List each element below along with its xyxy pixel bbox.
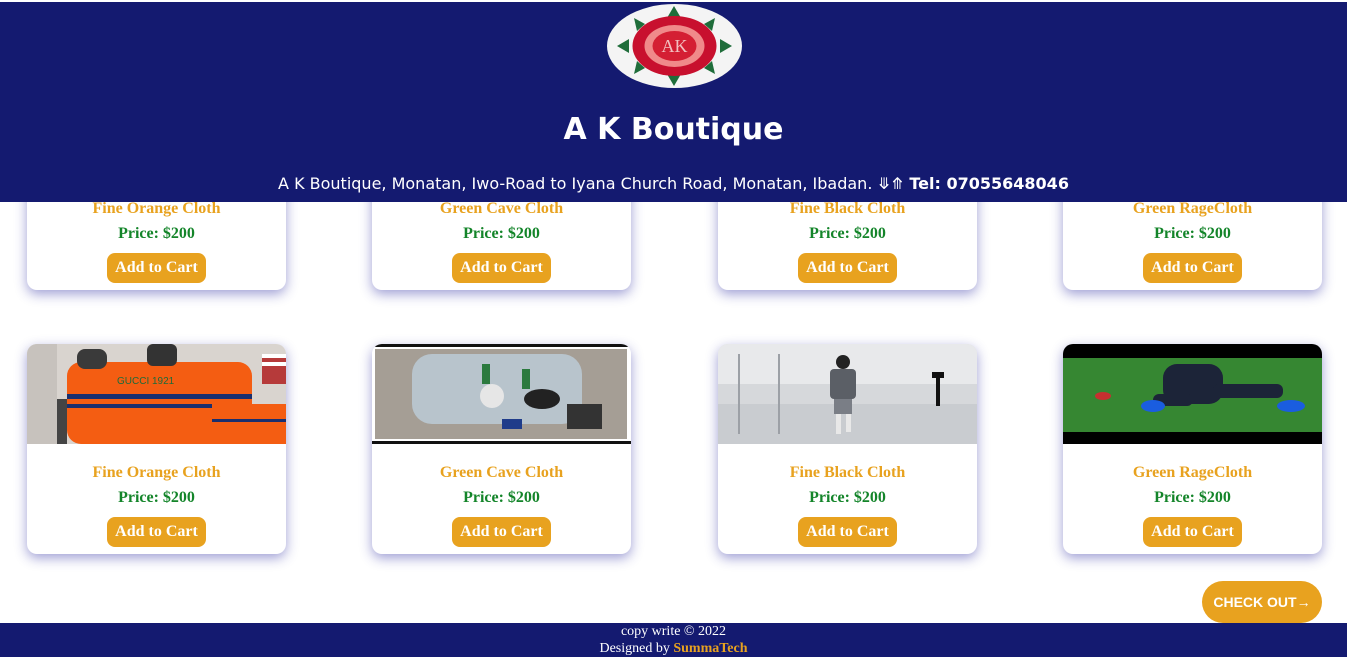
product-price: Price: $200 xyxy=(809,489,886,506)
product-name: Green RageCloth xyxy=(1132,464,1253,481)
add-to-cart-button[interactable]: Add to Cart xyxy=(452,517,551,547)
boutique-logo[interactable]: AK xyxy=(607,4,742,88)
add-to-cart-button[interactable]: Add to Cart xyxy=(1143,253,1242,283)
product-card: Green RageCloth Price: $200 Add to Cart xyxy=(1063,344,1322,554)
site-header: AK A K Boutique A K Boutique, Monatan, I… xyxy=(0,2,1347,202)
site-address: A K Boutique, Monatan, Iwo-Road to Iyana… xyxy=(0,174,1347,193)
logo-text: AK xyxy=(662,36,688,56)
product-price: Price: $200 xyxy=(463,225,540,242)
site-title: A K Boutique xyxy=(563,112,784,147)
svg-text:GUCCI 1921: GUCCI 1921 xyxy=(117,376,175,387)
add-to-cart-button[interactable]: Add to Cart xyxy=(452,253,551,283)
address-text: A K Boutique, Monatan, Iwo-Road to Iyana… xyxy=(278,174,905,193)
copyright-text: copy write © 2022 xyxy=(620,624,727,639)
product-card: Fine Black Cloth Price: $200 Add to Cart xyxy=(718,344,977,554)
site-footer: copy write © 2022 Designed by SummaTech xyxy=(0,623,1347,657)
add-to-cart-button[interactable]: Add to Cart xyxy=(107,253,206,283)
product-image[interactable]: GUCCI 1921 xyxy=(27,344,286,444)
product-card: Green Cave Cloth Price: $200 Add to Cart xyxy=(372,344,631,554)
product-price: Price: $200 xyxy=(463,489,540,506)
product-name: Fine Black Cloth xyxy=(789,464,906,481)
product-image[interactable] xyxy=(372,344,631,444)
checkout-button[interactable]: CHECK OUT→ xyxy=(1202,581,1322,623)
product-name: Green RageCloth xyxy=(1132,200,1253,217)
product-image[interactable] xyxy=(1063,344,1322,444)
phone-number[interactable]: Tel: 07055648046 xyxy=(909,174,1069,193)
add-to-cart-button[interactable]: Add to Cart xyxy=(798,517,897,547)
product-card: GUCCI 1921 Fine Orange Cloth Price: $200… xyxy=(27,344,286,554)
product-image[interactable] xyxy=(718,344,977,444)
product-name: Fine Black Cloth xyxy=(789,200,906,217)
product-price: Price: $200 xyxy=(809,225,886,242)
product-name: Fine Orange Cloth xyxy=(92,200,221,217)
designer-credit: Designed by SummaTech xyxy=(0,640,1347,657)
designer-brand-link[interactable]: SummaTech xyxy=(673,641,747,656)
product-name: Fine Orange Cloth xyxy=(92,464,221,481)
product-price: Price: $200 xyxy=(118,225,195,242)
product-price: Price: $200 xyxy=(1154,225,1231,242)
designed-by-label: Designed by xyxy=(599,641,670,656)
add-to-cart-button[interactable]: Add to Cart xyxy=(1143,517,1242,547)
product-price: Price: $200 xyxy=(118,489,195,506)
product-name: Green Cave Cloth xyxy=(439,200,564,217)
add-to-cart-button[interactable]: Add to Cart xyxy=(107,517,206,547)
product-price: Price: $200 xyxy=(1154,489,1231,506)
add-to-cart-button[interactable]: Add to Cart xyxy=(798,253,897,283)
product-name: Green Cave Cloth xyxy=(439,464,564,481)
